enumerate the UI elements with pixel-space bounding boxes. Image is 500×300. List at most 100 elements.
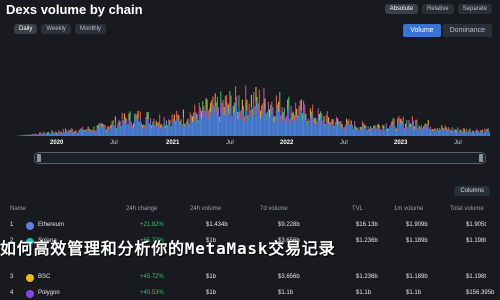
volume-bar: [444, 125, 446, 129]
cell-24h-change: +21.82%: [140, 222, 164, 228]
header-24h-volume[interactable]: 24h volume: [190, 206, 221, 212]
volume-bar: [403, 130, 405, 136]
volume-bar: [66, 130, 68, 133]
volume-bar: [196, 120, 198, 136]
volume-bar: [320, 118, 322, 136]
volume-bar: [445, 129, 447, 136]
volume-bar: [109, 129, 111, 136]
tab-weekly[interactable]: Weekly: [41, 24, 71, 34]
volume-bar: [144, 128, 146, 136]
header-1m-volume[interactable]: 1m volume: [394, 206, 423, 212]
table-row[interactable]: 3 BSC +45.72% $1b $3.656b $1.236b $1.189b $1.19…: [0, 274, 500, 284]
separate-toggle[interactable]: Separate: [457, 4, 492, 14]
volume-bar: [451, 127, 453, 130]
volume-bar: [454, 131, 456, 136]
volume-bar: [376, 128, 378, 136]
chain-name-link[interactable]: Ethereum: [38, 222, 64, 228]
volume-bar: [146, 112, 148, 120]
volume-bar: [322, 125, 324, 136]
volume-bar: [208, 108, 211, 117]
volume-bar: [402, 122, 404, 136]
volume-bar: [89, 131, 92, 136]
volume-bar: [398, 122, 400, 136]
volume-bar: [395, 130, 398, 136]
volume-bar: [162, 126, 164, 130]
volume-bar: [466, 130, 468, 136]
volume-bar: [333, 125, 335, 129]
volume-bar: [215, 102, 217, 113]
volume-bar: [312, 104, 314, 115]
volume-bar: [174, 120, 177, 126]
volume-bar: [94, 130, 96, 133]
volume-bar: [261, 114, 263, 136]
volume-bar: [306, 120, 308, 126]
volume-bar: [388, 128, 390, 131]
volume-bar: [281, 106, 283, 116]
volume-bar: [283, 116, 285, 136]
volume-bar: [241, 110, 243, 136]
scrollbar-right-handle[interactable]: [479, 154, 483, 162]
range-scrollbar[interactable]: [34, 152, 486, 164]
relative-toggle[interactable]: Relative: [421, 4, 454, 14]
volume-bar: [195, 112, 197, 120]
volume-bar: [365, 128, 367, 136]
volume-bar: [111, 121, 113, 126]
volume-bar: [53, 132, 55, 134]
table-row[interactable]: 4 Polygon +40.53% $1b $1.1b $1.1b $1.1b $156.39…: [0, 290, 500, 300]
volume-bar: [395, 128, 398, 131]
volume-bar: [381, 130, 383, 132]
volume-bar: [164, 125, 166, 129]
volume-bar: [299, 100, 301, 112]
cell-total-volume: $156.395b: [466, 290, 495, 296]
volume-bar: [228, 104, 230, 114]
volume-bar: [36, 134, 38, 135]
volume-bar: [173, 120, 175, 136]
volume-bar: [316, 126, 318, 136]
volume-bar: [86, 131, 88, 136]
volume-bar: [72, 133, 75, 136]
volume-bar: [154, 125, 156, 129]
volume-bar: [429, 129, 432, 136]
volume-bar: [51, 132, 53, 136]
volume-bar: [176, 110, 178, 119]
volume-bar: [372, 130, 374, 136]
volume-bar: [456, 131, 458, 136]
volume-bar: [165, 120, 167, 126]
volume-bar: [63, 133, 65, 136]
volume-bar: [91, 130, 93, 132]
volume-bar: [46, 132, 48, 134]
columns-button[interactable]: Columns: [454, 186, 490, 196]
volume-bar: [381, 131, 383, 136]
tab-daily[interactable]: Daily: [14, 24, 38, 34]
header-7d-volume[interactable]: 7d volume: [260, 206, 288, 212]
volume-bar: [24, 135, 26, 136]
table-row[interactable]: 1 Ethereum +21.82% $1.434b $9.228b $16.13b $1.…: [0, 222, 500, 232]
volume-bar: [182, 117, 184, 136]
volume-bar: [55, 132, 58, 134]
scrollbar-left-handle[interactable]: [37, 154, 41, 162]
header-name[interactable]: Name: [10, 206, 26, 212]
header-total-volume[interactable]: Total volume: [450, 206, 484, 212]
volume-bar: [45, 132, 47, 134]
chain-name-link[interactable]: BSC: [38, 274, 50, 280]
header-tvl[interactable]: TVL: [352, 206, 363, 212]
volume-bar: [288, 108, 290, 136]
volume-bar: [273, 116, 275, 123]
tab-monthly[interactable]: Monthly: [74, 24, 106, 34]
volume-bar: [135, 120, 137, 136]
tab-volume[interactable]: Volume: [403, 24, 441, 37]
volume-bar: [290, 105, 292, 115]
volume-bar: [278, 112, 280, 136]
volume-bar: [32, 133, 34, 135]
tab-dominance[interactable]: Dominance: [442, 24, 492, 37]
volume-bar: [449, 131, 451, 136]
volume-bar: [76, 133, 78, 136]
absolute-toggle[interactable]: Absolute: [384, 4, 418, 14]
volume-bar: [189, 119, 191, 136]
volume-bar: [36, 134, 38, 136]
header-24h-change[interactable]: 24h change: [126, 206, 157, 212]
volume-bar: [337, 123, 339, 136]
volume-chart[interactable]: [14, 40, 490, 136]
chain-name-link[interactable]: Polygon: [38, 290, 60, 296]
volume-bar: [463, 130, 466, 136]
